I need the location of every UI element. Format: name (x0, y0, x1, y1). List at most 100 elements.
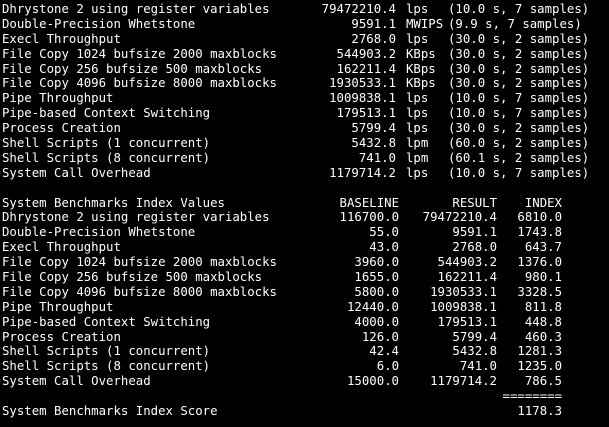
test-value: 162211.4 (336, 61, 396, 76)
test-value: 544903.2 (336, 46, 396, 61)
test-value: 2768.0 (351, 31, 396, 46)
baseline-column-header: BASELINE (339, 195, 399, 210)
test-unit: lpm (406, 136, 429, 151)
index-row: Pipe-based Context Switching 4000.0 1795… (2, 315, 609, 330)
index-baseline: 116700.0 (339, 210, 399, 225)
test-detail: (60.0 s, 2 samples) (448, 136, 590, 151)
index-value: 1235.0 (517, 359, 562, 374)
test-value: 9591.1 (351, 16, 396, 31)
test-unit: lps (406, 165, 429, 180)
test-detail: (30.0 s, 2 samples) (448, 121, 590, 136)
result-row: Execl Throughput 2768.0 lps (30.0 s, 2 s… (2, 32, 609, 47)
index-row: Shell Scripts (8 concurrent) 6.0 741.0 1… (2, 359, 609, 374)
index-test-name: Shell Scripts (8 concurrent) (2, 359, 211, 374)
test-name: Process Creation (2, 121, 121, 136)
test-unit: lps (406, 121, 429, 136)
test-name: Pipe Throughput (2, 91, 114, 106)
result-row: Process Creation 5799.4 lps (30.0 s, 2 s… (2, 121, 609, 136)
index-test-name: File Copy 4096 bufsize 8000 maxblocks (2, 284, 277, 299)
test-unit: KBps (406, 76, 436, 91)
index-baseline: 4000.0 (354, 314, 399, 329)
test-name: Shell Scripts (8 concurrent) (2, 150, 211, 165)
index-result: 179513.1 (437, 314, 497, 329)
score-separator: ======== (502, 389, 562, 404)
result-row: Dhrystone 2 using register variables 794… (2, 2, 609, 17)
result-row: Pipe-based Context Switching 179513.1 lp… (2, 106, 609, 121)
index-value: 1743.8 (517, 225, 562, 240)
index-result: 162211.4 (437, 270, 497, 285)
index-value: 1376.0 (517, 255, 562, 270)
index-value: 6810.0 (517, 210, 562, 225)
index-test-name: File Copy 256 bufsize 500 maxblocks (2, 270, 263, 285)
index-section: System Benchmarks Index Values BASELINE … (2, 196, 609, 419)
index-result: 9591.1 (452, 225, 497, 240)
index-result: 741.0 (459, 359, 497, 374)
index-value: 460.3 (524, 329, 562, 344)
index-value: 448.8 (524, 314, 562, 329)
score-row: System Benchmarks Index Score 1178.3 (2, 404, 609, 419)
index-value: 643.7 (524, 240, 562, 255)
test-unit: lps (406, 106, 429, 121)
test-detail: (10.0 s, 7 samples) (448, 106, 590, 121)
index-test-name: Pipe Throughput (2, 299, 114, 314)
test-name: Pipe-based Context Switching (2, 106, 211, 121)
index-header-row: System Benchmarks Index Values BASELINE … (2, 196, 609, 211)
index-column-header: INDEX (524, 195, 562, 210)
test-unit: lpm (406, 150, 429, 165)
index-baseline: 5800.0 (354, 284, 399, 299)
result-row: Shell Scripts (8 concurrent) 741.0 lpm (… (2, 151, 609, 166)
index-baseline: 1655.0 (354, 270, 399, 285)
index-baseline: 3960.0 (354, 255, 399, 270)
index-baseline: 126.0 (361, 329, 399, 344)
index-result: 5432.8 (452, 344, 497, 359)
test-detail: (10.0 s, 7 samples) (448, 2, 590, 16)
index-section-title: System Benchmarks Index Values (2, 195, 225, 210)
result-row: File Copy 256 bufsize 500 maxblocks 1622… (2, 62, 609, 77)
result-row: Pipe Throughput 1009838.1 lps (10.0 s, 7… (2, 91, 609, 106)
index-test-name: Pipe-based Context Switching (2, 314, 211, 329)
index-row: Double-Precision Whetstone 55.0 9591.1 1… (2, 225, 609, 240)
result-row: File Copy 4096 bufsize 8000 maxblocks 19… (2, 76, 609, 91)
test-value: 741.0 (358, 150, 396, 165)
test-name: Double-Precision Whetstone (2, 16, 196, 31)
index-test-name: Execl Throughput (2, 240, 121, 255)
result-row: Shell Scripts (1 concurrent) 5432.8 lpm … (2, 136, 609, 151)
score-label: System Benchmarks Index Score (2, 404, 218, 419)
index-row: File Copy 1024 bufsize 2000 maxblocks 39… (2, 255, 609, 270)
index-baseline: 6.0 (376, 359, 399, 374)
test-detail: (30.0 s, 2 samples) (448, 61, 590, 76)
index-baseline: 15000.0 (346, 374, 399, 389)
index-result: 2768.0 (452, 240, 497, 255)
test-detail: (30.0 s, 2 samples) (448, 46, 590, 61)
test-name: File Copy 1024 bufsize 2000 maxblocks (2, 46, 277, 61)
score-value: 1178.3 (517, 404, 562, 419)
index-test-name: Process Creation (2, 329, 121, 344)
test-value: 1009838.1 (329, 91, 396, 106)
index-row: Dhrystone 2 using register variables 116… (2, 210, 609, 225)
index-row: Execl Throughput 43.0 2768.0 643.7 (2, 240, 609, 255)
test-name: File Copy 256 bufsize 500 maxblocks (2, 61, 263, 76)
result-row: File Copy 1024 bufsize 2000 maxblocks 54… (2, 47, 609, 62)
test-value: 5432.8 (351, 136, 396, 151)
test-value: 79472210.4 (321, 2, 396, 16)
index-baseline: 12440.0 (346, 299, 399, 314)
test-unit: lps (406, 31, 429, 46)
test-detail: (30.0 s, 2 samples) (448, 76, 590, 91)
test-value: 1179714.2 (329, 165, 396, 180)
test-value: 5799.4 (351, 121, 396, 136)
index-test-name: File Copy 1024 bufsize 2000 maxblocks (2, 255, 277, 270)
index-test-name: Dhrystone 2 using register variables (2, 210, 270, 225)
test-unit: MWIPS (406, 16, 444, 31)
index-row: File Copy 256 bufsize 500 maxblocks 1655… (2, 270, 609, 285)
test-name: File Copy 4096 bufsize 8000 maxblocks (2, 76, 277, 91)
index-value: 786.5 (524, 374, 562, 389)
index-result: 1930533.1 (430, 284, 497, 299)
result-row: Double-Precision Whetstone 9591.1 MWIPS … (2, 17, 609, 32)
test-value: 179513.1 (336, 106, 396, 121)
test-detail: (10.0 s, 7 samples) (448, 91, 590, 106)
index-row: Process Creation 126.0 5799.4 460.3 (2, 330, 609, 345)
index-baseline: 55.0 (369, 225, 399, 240)
test-unit: KBps (406, 61, 436, 76)
terminal-window[interactable]: Dhrystone 2 using register variables 794… (0, 0, 609, 427)
